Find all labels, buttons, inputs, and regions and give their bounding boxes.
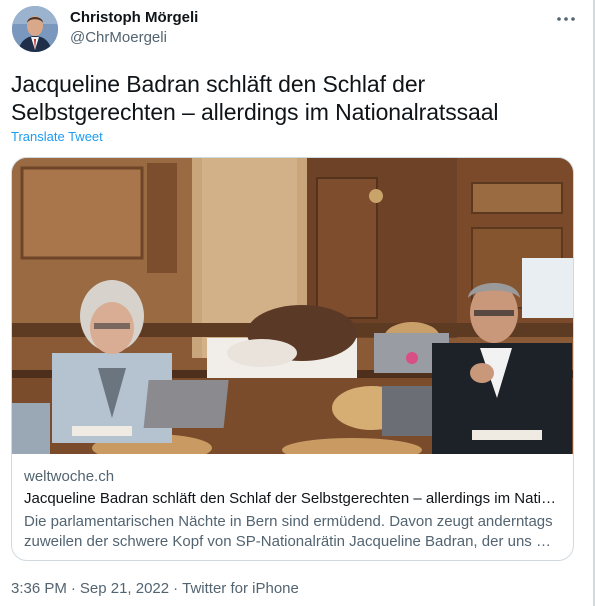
avatar[interactable] xyxy=(12,6,58,52)
link-card[interactable]: weltwoche.ch Jacqueline Badran schläft d… xyxy=(11,157,574,561)
meta-separator: · xyxy=(70,580,76,597)
tweet-header: Christoph Mörgeli @ChrMoergeli xyxy=(12,6,581,56)
author-handle[interactable]: @ChrMoergeli xyxy=(70,28,198,48)
author-names: Christoph Mörgeli @ChrMoergeli xyxy=(70,8,198,48)
tweet-source[interactable]: Twitter for iPhone xyxy=(182,580,299,597)
tweet-meta: 3:36 PM · Sep 21, 2022 · Twitter for iPhone xyxy=(11,580,299,598)
more-options-button[interactable] xyxy=(551,8,581,30)
author-display-name[interactable]: Christoph Mörgeli xyxy=(70,8,198,28)
tweet-text: Jacqueline Badran schläft den Schlaf der… xyxy=(11,71,499,125)
card-image xyxy=(12,158,573,454)
more-horizontal-icon xyxy=(557,17,575,21)
avatar-photo xyxy=(12,6,58,52)
translate-tweet-link[interactable]: Translate Tweet xyxy=(11,129,103,145)
card-domain: weltwoche.ch xyxy=(24,468,115,485)
card-description: Die parlamentarischen Nächte in Bern sin… xyxy=(24,513,553,550)
tweet-date[interactable]: Sep 21, 2022 xyxy=(80,580,169,597)
card-title: Jacqueline Badran schläft den Schlaf der… xyxy=(24,490,560,507)
meta-separator: · xyxy=(173,580,179,597)
tweet-time[interactable]: 3:36 PM xyxy=(11,580,67,597)
